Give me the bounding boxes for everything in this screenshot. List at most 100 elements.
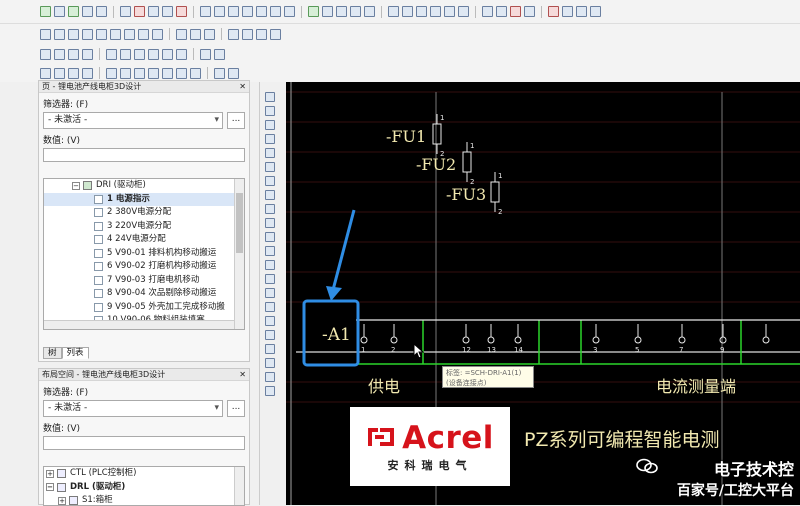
zoom-window-icon[interactable] <box>106 67 117 79</box>
polygon-icon[interactable] <box>264 134 275 144</box>
tab-tree[interactable]: 树 <box>43 347 62 359</box>
tree-page-item[interactable]: 4 24V电源分配 <box>44 233 244 247</box>
tree-vertical-scrollbar[interactable] <box>234 179 244 329</box>
text-icon[interactable] <box>270 28 281 40</box>
view-icon[interactable] <box>364 6 375 17</box>
path-icon[interactable] <box>242 28 253 40</box>
move-icon[interactable] <box>106 48 117 60</box>
flag-icon[interactable] <box>548 6 559 17</box>
expand-icon[interactable]: + <box>46 469 54 478</box>
align-center-icon[interactable] <box>54 48 65 60</box>
chart-icon[interactable] <box>336 6 347 17</box>
close-icon[interactable]: ✕ <box>239 81 249 92</box>
page-delete-icon[interactable] <box>162 6 173 17</box>
tree-node-ctl[interactable]: + CTL (PLC控制柜) <box>44 467 244 481</box>
tree-horizontal-scrollbar[interactable] <box>44 320 234 329</box>
switch-icon[interactable] <box>152 28 163 40</box>
columns-icon[interactable] <box>54 28 65 40</box>
device-icon[interactable] <box>176 28 187 40</box>
value-input[interactable] <box>43 436 245 450</box>
property-icon[interactable] <box>214 48 225 60</box>
tree-page-item[interactable]: 3 220V电源分配 <box>44 220 244 234</box>
value-input[interactable] <box>43 148 245 162</box>
page-next-icon[interactable] <box>134 6 145 17</box>
tab-list[interactable]: 列表 <box>61 347 89 359</box>
terminal-icon[interactable] <box>242 6 253 17</box>
tree-page-item[interactable]: 9 V90-05 外壳加工完成移动搬 <box>44 301 244 315</box>
arc-icon[interactable] <box>40 67 51 79</box>
line-tool-icon[interactable] <box>264 246 275 256</box>
undo-icon[interactable] <box>54 67 65 79</box>
t-node-icon[interactable] <box>496 6 507 17</box>
arrow-tool-icon[interactable] <box>562 6 573 17</box>
ortho-icon[interactable] <box>190 67 201 79</box>
line-icon[interactable] <box>264 92 275 102</box>
location-icon[interactable] <box>162 67 173 79</box>
layout-icon[interactable] <box>82 6 93 17</box>
cable-icon[interactable] <box>256 6 267 17</box>
sector-icon[interactable] <box>264 190 275 200</box>
arc-circle-icon[interactable] <box>264 330 275 340</box>
distribute-icon[interactable] <box>82 48 93 60</box>
contact-icon[interactable] <box>124 28 135 40</box>
collapse-icon[interactable]: − <box>46 483 54 492</box>
circle-tool-icon[interactable] <box>264 302 275 312</box>
filter-more-button[interactable]: ... <box>227 400 245 417</box>
scale-icon[interactable] <box>162 48 173 60</box>
rotate-icon[interactable] <box>134 48 145 60</box>
align-left-icon[interactable] <box>40 48 51 60</box>
tree-page-item[interactable]: 8 V90-04 次品剔除移动搬运 <box>44 287 244 301</box>
circle-icon[interactable] <box>264 148 275 158</box>
rectangle-icon[interactable] <box>264 120 275 130</box>
report-icon[interactable] <box>308 6 319 17</box>
tree-page-item[interactable]: 1 电源指示 <box>44 192 244 206</box>
collapse-icon[interactable]: − <box>72 181 80 190</box>
frame-icon[interactable] <box>40 28 51 40</box>
print-icon[interactable] <box>176 6 187 17</box>
tree-page-item[interactable]: 5 V90-01 排料机构移动搬运 <box>44 247 244 261</box>
symbol-icon[interactable] <box>200 6 211 17</box>
angle-icon[interactable] <box>482 6 493 17</box>
spline-tool-icon[interactable] <box>264 204 275 214</box>
connection-icon[interactable] <box>264 232 275 242</box>
coil-icon[interactable] <box>138 28 149 40</box>
wire5-icon[interactable] <box>458 6 469 17</box>
save-icon[interactable] <box>54 6 65 17</box>
spline-icon[interactable] <box>82 67 93 79</box>
page-new-icon[interactable] <box>148 6 159 17</box>
break-icon[interactable] <box>524 6 535 17</box>
corner-icon[interactable] <box>134 67 145 79</box>
filter-select[interactable]: - 未激活 - <box>43 400 223 417</box>
expand-icon[interactable]: + <box>58 496 66 505</box>
image-tool-icon[interactable] <box>264 372 275 382</box>
pointer-icon[interactable] <box>590 6 601 17</box>
split-icon[interactable] <box>110 28 121 40</box>
arc-tool-icon[interactable] <box>264 176 275 186</box>
tree-page-item[interactable]: 7 V90-03 打磨电机移动 <box>44 274 244 288</box>
tree-page-item[interactable]: 2 380V电源分配 <box>44 206 244 220</box>
merge-icon[interactable] <box>96 28 107 40</box>
tree-node-drl[interactable]: − DRL (驱动柜) <box>44 481 244 495</box>
table-icon[interactable] <box>322 6 333 17</box>
rect-tool-icon[interactable] <box>264 274 275 284</box>
placeholder-icon[interactable] <box>228 28 239 40</box>
measure-icon[interactable] <box>148 67 159 79</box>
filter-select[interactable]: - 未激活 - <box>43 112 223 129</box>
square-tool-icon[interactable] <box>264 288 275 298</box>
snap-icon[interactable] <box>176 67 187 79</box>
check-icon[interactable] <box>350 6 361 17</box>
wire2-icon[interactable] <box>416 6 427 17</box>
cell-icon[interactable] <box>82 28 93 40</box>
graphic-icon[interactable] <box>228 67 239 79</box>
bus-icon[interactable] <box>388 6 399 17</box>
hyperlink-icon[interactable] <box>256 28 267 40</box>
redo-icon[interactable] <box>68 67 79 79</box>
potential-icon[interactable] <box>270 6 281 17</box>
tree-node-dri[interactable]: − DRI (驱动柜) <box>44 179 244 193</box>
curve-icon[interactable] <box>264 344 275 354</box>
tree-node-s1[interactable]: + S1:箱柜 <box>44 494 244 505</box>
grid-toggle-icon[interactable] <box>214 67 225 79</box>
poly-tool-icon[interactable] <box>264 260 275 270</box>
mirror-icon[interactable] <box>148 48 159 60</box>
macro-icon[interactable] <box>214 6 225 17</box>
